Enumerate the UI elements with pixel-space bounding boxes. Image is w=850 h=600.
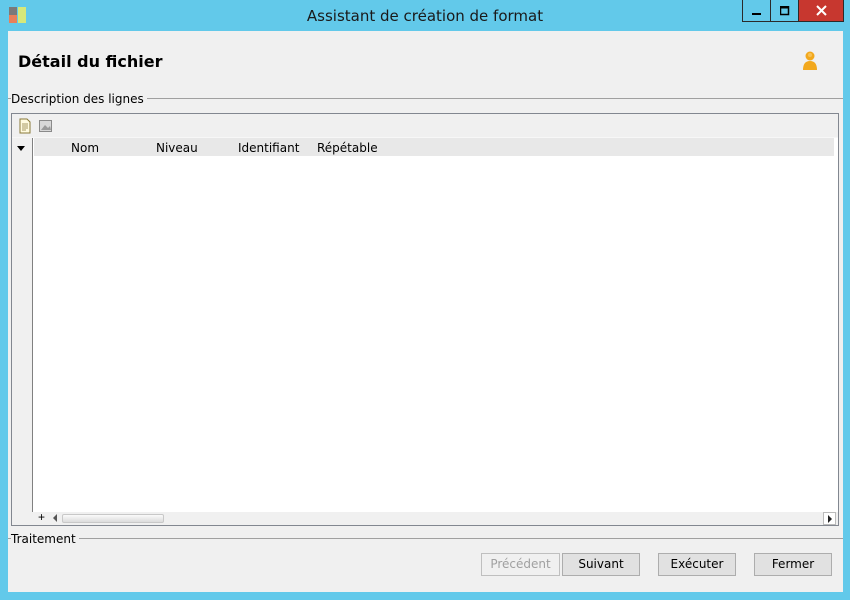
close-button[interactable]: Fermer: [754, 553, 832, 576]
grid-toolbar: [12, 114, 838, 138]
column-header-repetable[interactable]: Répétable: [317, 141, 378, 155]
column-header-identifiant[interactable]: Identifiant: [238, 141, 299, 155]
window-title: Assistant de création de format: [306, 7, 544, 25]
column-headers: Nom Niveau Identifiant Répétable: [34, 138, 834, 156]
title-bar[interactable]: Assistant de création de format: [0, 0, 850, 31]
lines-grid[interactable]: Nom Niveau Identifiant Répétable +: [11, 113, 839, 526]
column-header-nom[interactable]: Nom: [71, 141, 99, 155]
horizontal-scrollbar-thumb[interactable]: [62, 514, 164, 523]
minimize-button[interactable]: [742, 0, 771, 22]
wizard-header: Détail du fichier: [8, 31, 843, 91]
image-icon[interactable]: [38, 118, 54, 134]
scroll-right-button[interactable]: [823, 512, 836, 525]
scroll-right-arrow-icon: [828, 515, 832, 523]
processing-group-label: Traitement: [11, 532, 79, 546]
previous-button[interactable]: Précédent: [481, 553, 560, 576]
wizard-window: Assistant de création de format Détail d…: [0, 0, 850, 600]
scroll-left-arrow-icon[interactable]: [53, 514, 57, 522]
column-header-niveau[interactable]: Niveau: [156, 141, 198, 155]
maximize-icon: [779, 5, 789, 15]
user-icon: [803, 51, 817, 70]
row-header-column: [12, 138, 33, 512]
maximize-button[interactable]: [770, 0, 799, 22]
expand-icon[interactable]: [17, 146, 25, 151]
minimize-icon: [751, 12, 761, 15]
next-button[interactable]: Suivant: [562, 553, 640, 576]
execute-button[interactable]: Exécuter: [658, 553, 736, 576]
close-window-button[interactable]: [798, 0, 844, 22]
client-area: Détail du fichier Description des lignes: [8, 31, 843, 592]
page-title: Détail du fichier: [18, 52, 163, 71]
processing-group-border: [8, 538, 843, 539]
grid-footer: +: [12, 510, 838, 525]
lines-group-label: Description des lignes: [11, 92, 147, 106]
add-row-button[interactable]: +: [38, 510, 45, 524]
close-icon: [815, 5, 827, 16]
new-document-icon[interactable]: [17, 118, 33, 134]
